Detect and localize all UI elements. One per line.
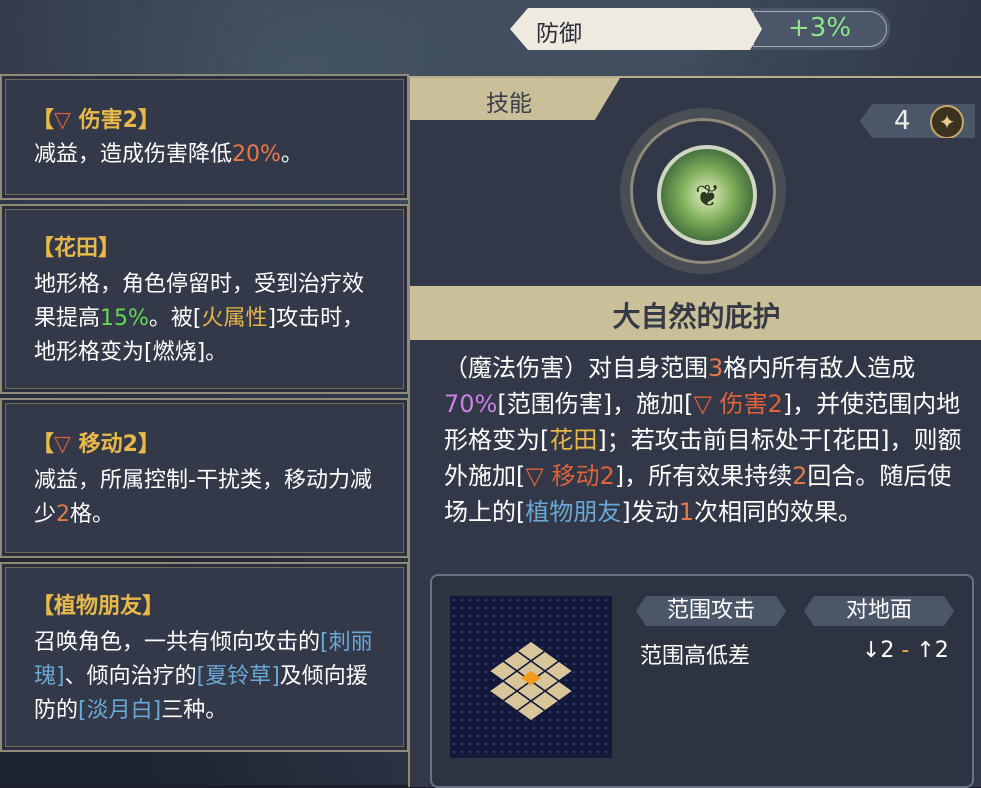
highlight-value: 70%	[444, 390, 498, 418]
card-text: 召唤角色，一共有倾向攻击的[刺丽瑰]、倾向治疗的[夏铃草]及倾向援防的[淡月白]…	[34, 626, 385, 728]
stat-label-bg: 防御	[510, 8, 780, 50]
text-part: ]发动	[621, 498, 679, 526]
text-part: 三种。	[161, 698, 228, 723]
summon-link[interactable]: [淡月白]	[78, 698, 161, 723]
text-part: 次相同的效果。	[694, 498, 863, 526]
highlight-value: 20%	[232, 142, 281, 167]
title-text: 移动2】	[70, 432, 160, 457]
card-move-debuff: 【▽ 移动2】 减益，所属控制-干扰类，移动力减少2格。	[0, 398, 409, 558]
star-icon: ✦	[930, 105, 964, 138]
highlight-value: 2	[56, 502, 71, 527]
skill-cost-value: 4	[894, 106, 911, 136]
skill-name-banner: 大自然的庇护	[410, 286, 981, 340]
card-title: 【▽ 移动2】	[32, 426, 160, 458]
plant-friends-link[interactable]: 植物朋友	[525, 498, 621, 526]
text-part: 格。	[70, 502, 115, 527]
damage-debuff-link[interactable]: ▽ 伤害2	[693, 390, 782, 418]
text-part: （魔法伤害）对自身范围	[444, 354, 708, 382]
range-diamond	[487, 640, 575, 722]
range-info-box: 范围攻击 对地面 范围高低差 ↓2 - ↑2	[430, 574, 974, 788]
summon-link[interactable]: [夏铃草]	[197, 664, 280, 689]
skill-panel: 技能 4 ✦ ❦ 大自然的庇护 （魔法伤害）对自身范围3格内所有敌人造成 70%[…	[408, 76, 981, 788]
stat-value-bg: +3%	[750, 8, 890, 50]
card-flower-field: 【花田】 地形格，角色停留时，受到治疗效果提高15%。被[火属性]攻击时，地形格…	[0, 204, 409, 394]
skill-emblem: ❦	[630, 118, 776, 264]
skill-name: 大自然的庇护	[612, 300, 781, 333]
tab-label: 技能	[486, 91, 532, 117]
skill-icon: ❦	[657, 145, 757, 245]
title-text: 伤害2】	[70, 108, 160, 133]
range-separator: -	[894, 638, 917, 663]
range-grid	[450, 596, 612, 758]
down-triangle-icon: ▽	[54, 108, 71, 133]
flower-field-link[interactable]: 花田	[549, 426, 597, 454]
leaf-icon: ❦	[695, 179, 721, 214]
tag-ground-target: 对地面	[804, 596, 954, 626]
height-low: ↓2	[862, 638, 895, 663]
stat-name: 防御	[536, 21, 582, 47]
text-part: 。	[280, 142, 303, 167]
title-bracket: 【	[32, 108, 55, 133]
card-text: 减益，造成伤害降低20%。	[34, 138, 385, 172]
text-part: 格内所有敌人造成	[723, 354, 916, 382]
height-high: ↑2	[916, 638, 949, 663]
text-part: 。被[	[148, 306, 202, 331]
text-part: ]，所有效果持续	[614, 462, 793, 490]
text-part: 、倾向治疗的	[64, 664, 197, 689]
height-diff-value: ↓2 - ↑2	[862, 638, 949, 663]
height-diff-label: 范围高低差	[640, 644, 751, 669]
tab-skill[interactable]: 技能	[410, 78, 620, 120]
card-text: 地形格，角色停留时，受到治疗效果提高15%。被[火属性]攻击时，地形格变为[燃烧…	[34, 268, 385, 370]
stat-value: +3%	[788, 13, 852, 43]
card-title: 【花田】	[32, 236, 121, 261]
card-title: 【植物朋友】	[32, 594, 165, 619]
highlight-value: 15%	[100, 306, 149, 331]
highlight-value: 3	[708, 354, 724, 382]
fire-attribute-link[interactable]: 火属性	[202, 306, 268, 331]
stat-bar: 防御 +3%	[510, 8, 890, 50]
card-title: 【▽ 伤害2】	[32, 102, 160, 134]
title-bracket: 【	[32, 432, 55, 457]
card-plant-friends: 【植物朋友】 召唤角色，一共有倾向攻击的[刺丽瑰]、倾向治疗的[夏铃草]及倾向援…	[0, 562, 409, 752]
skill-description: （魔法伤害）对自身范围3格内所有敌人造成 70%[范围伤害]，施加[▽ 伤害2 ]，…	[444, 350, 963, 530]
text-part: [范围伤害]，施加[	[497, 390, 694, 418]
card-text: 减益，所属控制-干扰类，移动力减少2格。	[34, 464, 385, 532]
tag-area-attack: 范围攻击	[636, 596, 786, 626]
card-damage-debuff: 【▽ 伤害2】 减益，造成伤害降低20%。	[0, 74, 409, 200]
down-triangle-icon: ▽	[54, 432, 71, 457]
text-part: 召唤角色，一共有倾向攻击的	[34, 630, 321, 655]
skill-cost-badge: 4 ✦	[860, 104, 975, 138]
highlight-value: 2	[792, 462, 808, 490]
highlight-value: 1	[678, 498, 695, 526]
move-debuff-link[interactable]: ▽ 移动2	[525, 462, 614, 490]
text-part: 减益，造成伤害降低	[34, 142, 233, 167]
